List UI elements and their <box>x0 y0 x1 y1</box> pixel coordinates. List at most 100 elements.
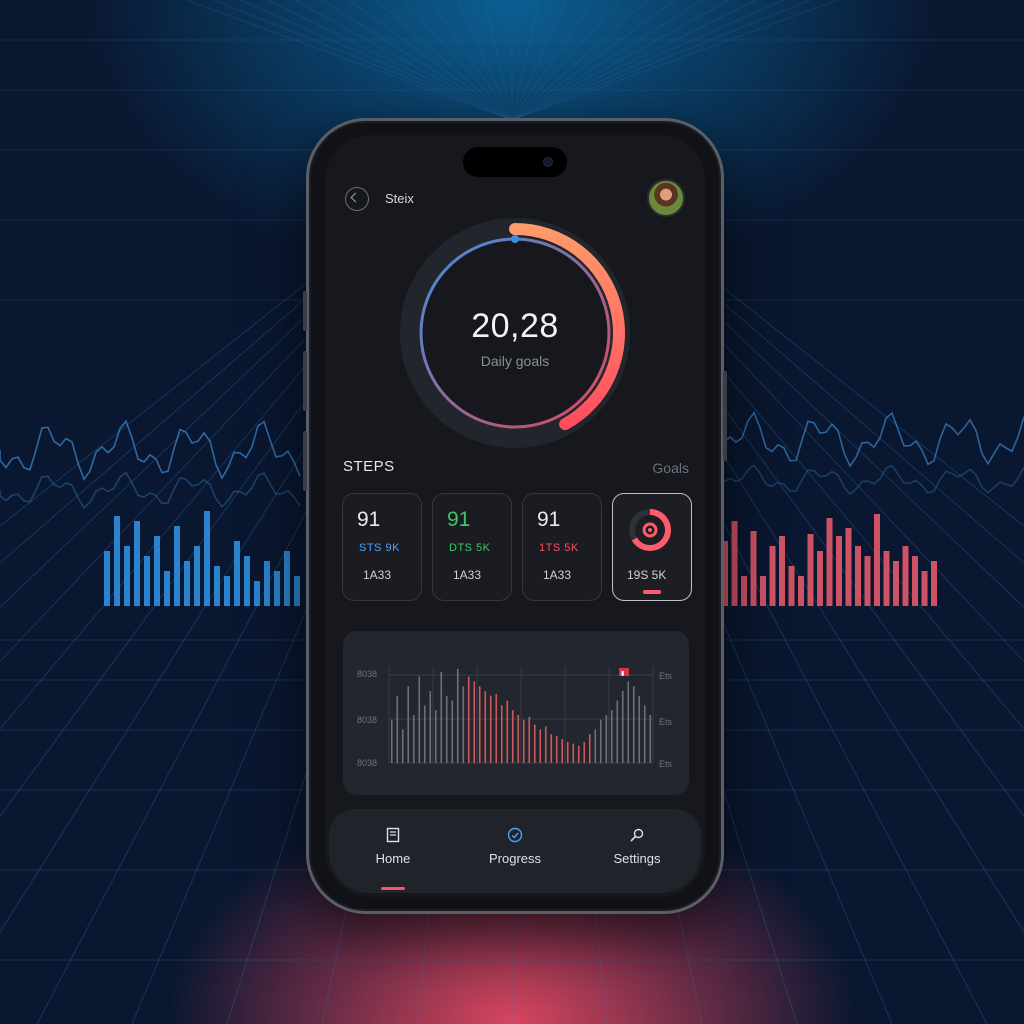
grid-line <box>511 0 812 121</box>
nav-progress[interactable]: Progress <box>465 827 565 866</box>
background-bar <box>144 556 150 606</box>
grid-line <box>511 0 622 121</box>
settings-icon <box>630 828 644 842</box>
stat-subvalue: 1TS 5K <box>539 542 579 554</box>
stat-subvalue: DTS 5K <box>449 542 491 554</box>
side-button <box>303 431 307 491</box>
nav-label: Progress <box>488 851 542 866</box>
background-bar <box>874 514 880 606</box>
avatar[interactable] <box>647 179 685 217</box>
background-bar <box>244 556 250 606</box>
grid-line <box>511 0 785 121</box>
background-bar <box>912 556 918 606</box>
stat-card-3[interactable]: 91 1TS 5K 1A33 <box>522 493 602 601</box>
nav-active-indicator <box>381 887 405 890</box>
y-tick-left: 8038 <box>357 715 377 725</box>
stat-card-4[interactable]: 19S 5K <box>612 493 692 601</box>
grid-line <box>511 0 595 121</box>
active-indicator <box>643 590 661 594</box>
background-bar <box>864 556 871 606</box>
side-button <box>303 351 307 411</box>
nav-label: Settings <box>613 851 661 866</box>
phone-frame: Steix 20,28 Daily goals STEPS Goals 91 S… <box>303 118 727 914</box>
ring-marker <box>511 235 519 243</box>
nav-label: Home <box>375 851 411 866</box>
background-bar <box>893 561 899 606</box>
back-icon <box>350 192 361 203</box>
background-bar <box>741 576 747 606</box>
back-button[interactable] <box>345 187 369 211</box>
stat-label: 1A33 <box>453 568 482 582</box>
background-bar <box>254 581 260 606</box>
grid-line <box>511 0 731 121</box>
background-bar <box>214 566 220 606</box>
stat-label: 1A33 <box>543 568 572 582</box>
activity-chart: 8038 8038 8038 Ets Ets Ets ▮ <box>343 631 689 795</box>
grid-line <box>239 0 513 121</box>
background-bar <box>788 566 795 606</box>
background-bar <box>274 571 280 606</box>
stat-subvalue: STS 9K <box>359 542 400 554</box>
background-bar <box>224 576 230 606</box>
top-bar: Steix <box>345 179 685 219</box>
app-title: Steix <box>385 191 414 206</box>
goal-ring-icon <box>629 509 671 551</box>
grid-line <box>511 0 840 121</box>
stat-card-2[interactable]: 91 DTS 5K 1A33 <box>432 493 512 601</box>
y-tick-left: 8038 <box>357 758 377 768</box>
y-tick-left: 8038 <box>357 669 377 679</box>
flag-marker-glyph: ▮ <box>621 671 624 677</box>
background-bar <box>174 526 180 606</box>
background-bar <box>234 541 240 606</box>
y-tick-right: Ets <box>659 759 673 769</box>
progress-icon <box>507 827 523 843</box>
grid-line <box>266 0 513 121</box>
stat-value: 91 <box>537 508 561 531</box>
grid-line <box>511 0 703 121</box>
y-tick-right: Ets <box>659 717 673 727</box>
home-icon <box>386 827 400 843</box>
background-bar <box>902 546 909 606</box>
grid-line <box>511 0 676 121</box>
grid-line <box>402 0 513 121</box>
background-bar <box>807 534 814 606</box>
screen: Steix 20,28 Daily goals STEPS Goals 91 S… <box>325 135 705 897</box>
grid-line <box>321 0 513 121</box>
background-bar <box>194 546 200 606</box>
background-bar <box>883 551 890 606</box>
goals-link[interactable]: Goals <box>652 460 689 476</box>
background-bar <box>124 546 130 606</box>
background-bar <box>204 511 210 606</box>
stat-card-1[interactable]: 91 STS 9K 1A33 <box>342 493 422 601</box>
background-bar <box>836 536 842 606</box>
stat-label: 19S 5K <box>627 568 667 582</box>
daily-goal-label: Daily goals <box>480 353 550 369</box>
section-title: STEPS <box>343 458 395 475</box>
grid-line <box>212 0 513 121</box>
waveform-line <box>0 419 301 481</box>
nav-home[interactable]: Home <box>343 827 443 890</box>
y-tick-right: Ets <box>659 671 673 681</box>
background-bar <box>779 536 785 606</box>
background-bar <box>114 516 120 606</box>
background-bar <box>294 576 300 606</box>
background-bar <box>921 571 928 606</box>
power-button <box>723 371 727 461</box>
camera-icon <box>543 157 553 167</box>
background-bar <box>931 561 937 606</box>
grid-line <box>511 0 649 121</box>
grid-line <box>375 0 513 121</box>
background-bar <box>817 551 823 606</box>
grid-line <box>511 0 758 121</box>
background-bar <box>264 561 270 606</box>
stat-value: 91 <box>447 508 471 531</box>
background-bar <box>164 571 170 606</box>
activity-histogram: 8038 8038 8038 Ets Ets Ets ▮ <box>357 667 673 769</box>
background-bar <box>845 528 852 606</box>
bottom-nav: Home Progress Settings <box>329 809 701 893</box>
background-bar <box>855 546 861 606</box>
daily-goal-value: 20,28 <box>471 307 559 345</box>
nav-settings[interactable]: Settings <box>587 827 687 866</box>
background-bar <box>154 536 160 606</box>
background-bar <box>731 521 738 606</box>
